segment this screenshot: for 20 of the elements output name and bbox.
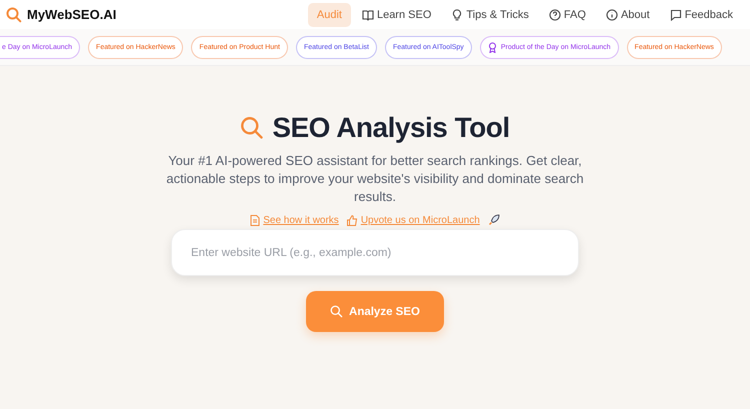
thumbs-up-icon bbox=[346, 214, 358, 226]
chat-icon bbox=[670, 8, 682, 20]
url-input[interactable]: Enter website URL (e.g., example.com) bbox=[171, 229, 579, 276]
search-icon bbox=[6, 6, 22, 22]
nav-link[interactable]: About bbox=[596, 2, 659, 26]
nav-link[interactable]: Learn SEO bbox=[352, 2, 440, 26]
subtitle: Your #1 AI-powered SEO assistant for better search rankings. Get clear, actionable steps to improve your website's visibility and dominate search results. bbox=[165, 152, 585, 206]
search-icon bbox=[330, 305, 344, 318]
document-icon bbox=[250, 214, 260, 226]
nav-link[interactable]: Feedback bbox=[660, 2, 742, 26]
search-icon bbox=[240, 116, 264, 140]
nav-link[interactable]: Tips & Tricks bbox=[442, 2, 538, 26]
book-icon bbox=[362, 8, 374, 20]
award-icon bbox=[488, 42, 497, 52]
page-title: SEO Analysis Tool bbox=[272, 112, 510, 144]
lightbulb-icon bbox=[451, 8, 464, 20]
help-icon bbox=[548, 8, 561, 20]
brand-name[interactable]: MyWebSEO.AI bbox=[27, 7, 116, 22]
info-icon bbox=[606, 8, 618, 20]
nav-link[interactable]: FAQ bbox=[540, 2, 595, 26]
